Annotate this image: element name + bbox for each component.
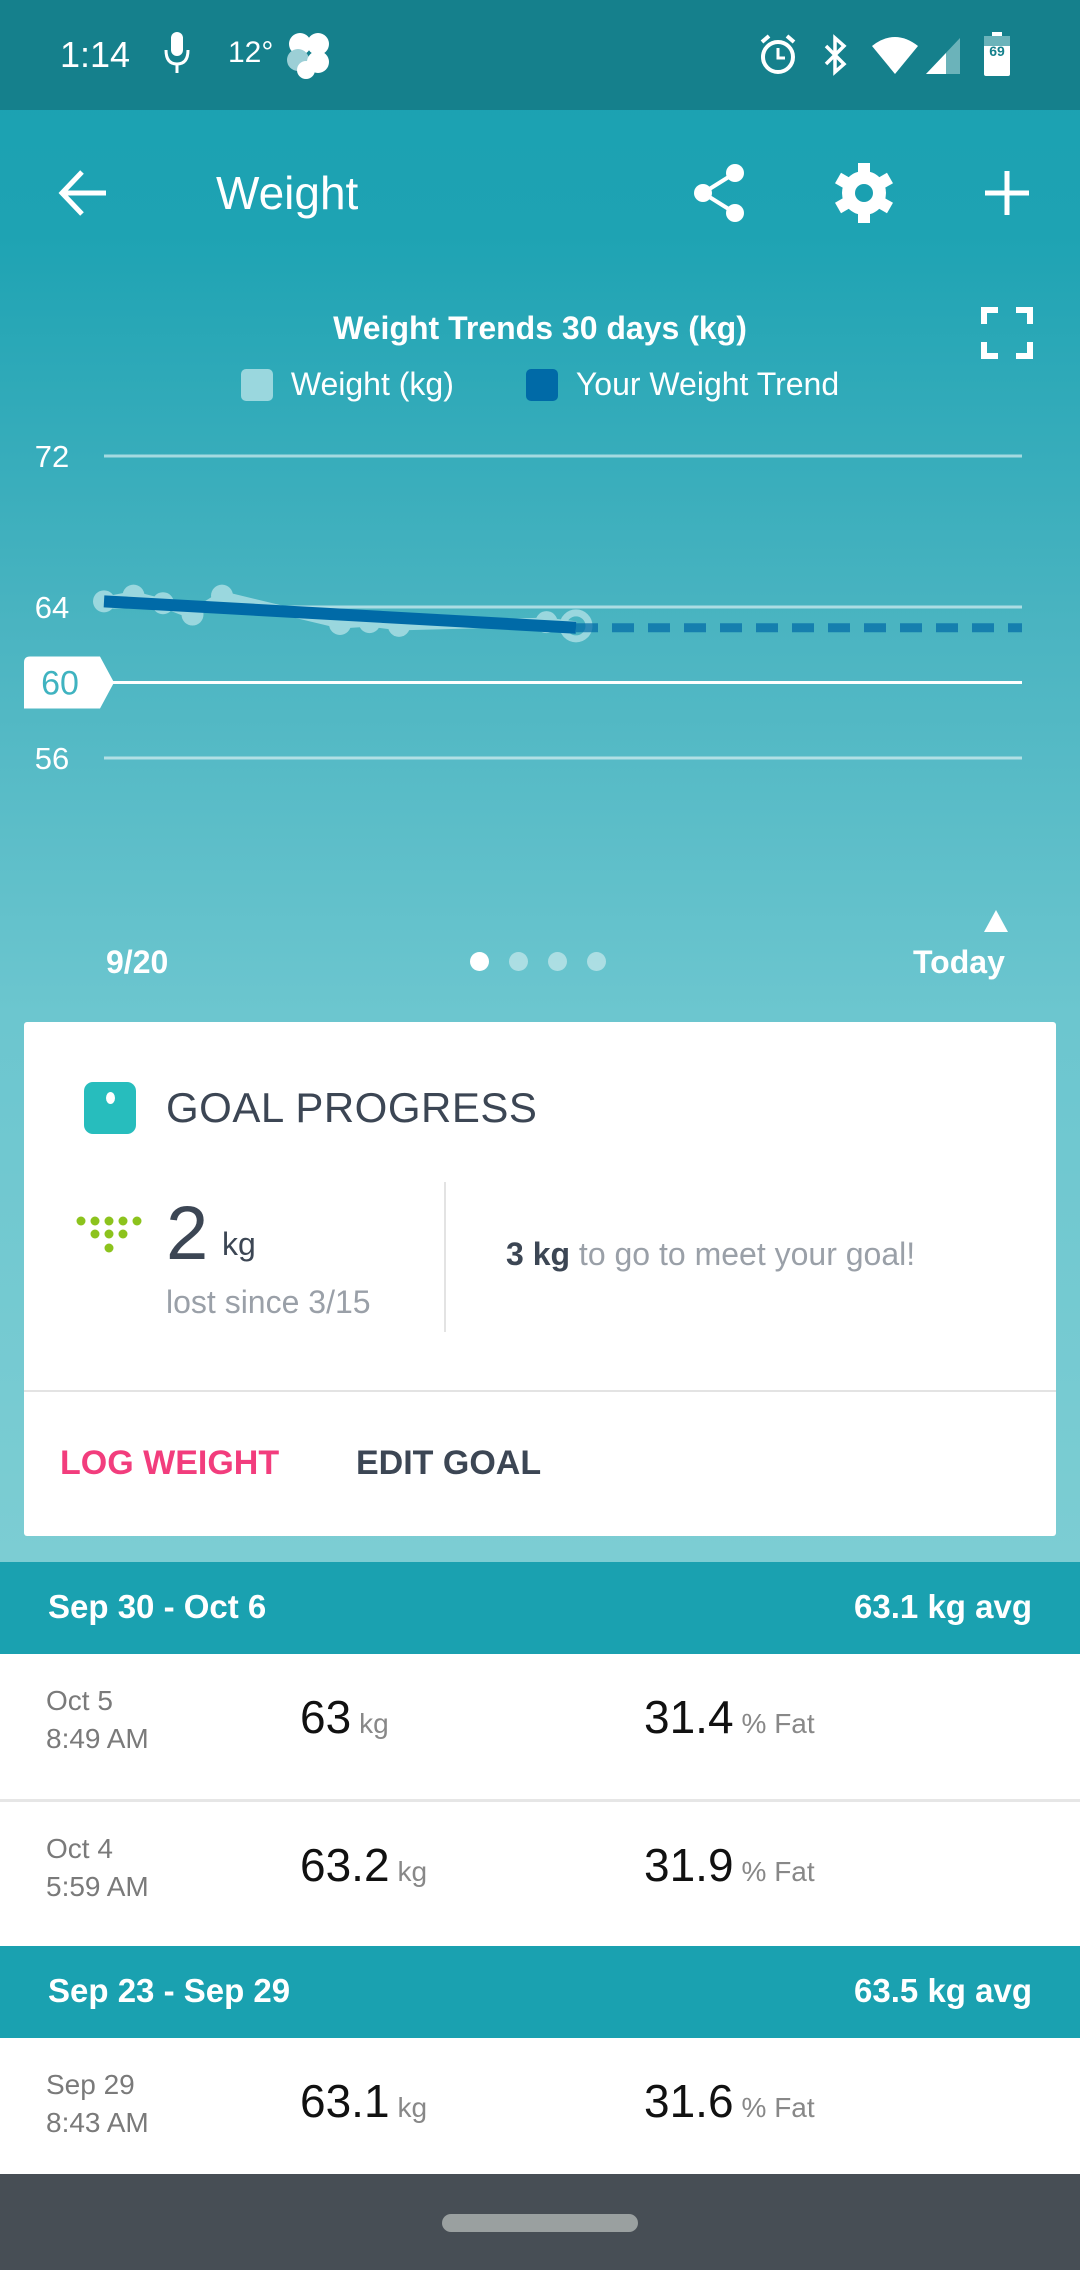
entry-date: Oct 5 [46, 1685, 113, 1716]
entry-datetime: Oct 5 8:49 AM [46, 1682, 149, 1758]
battery-level: 69 [989, 43, 1005, 59]
chart-title: Weight Trends 30 days (kg) [333, 310, 747, 346]
entry-time: 8:49 AM [46, 1723, 149, 1754]
y-tick-label: 56 [35, 741, 69, 776]
legend-swatch-trend [525, 368, 558, 401]
legend-label-trend: Your Weight Trend [575, 366, 840, 402]
entry-weight: 63 kg [300, 1690, 389, 1744]
chart-legend: Weight (kg) Your Weight Trend [0, 366, 1080, 403]
divider [24, 1390, 1056, 1392]
entry-datetime: Oct 4 5:59 AM [46, 1830, 149, 1906]
pager-dot[interactable] [509, 952, 528, 971]
pager-dot[interactable] [587, 952, 606, 971]
legend-item-trend: Your Weight Trend [525, 366, 840, 403]
divider [444, 1182, 446, 1332]
week-average: 63.5 kg avg [854, 1972, 1032, 2009]
table-row[interactable]: Oct 5 8:49 AM 63 kg 31.4% Fat [0, 1654, 1080, 1800]
pager-dot[interactable] [548, 952, 567, 971]
status-time: 1:14 [60, 34, 131, 75]
entry-weight-unit: kg [397, 1856, 428, 1887]
table-row[interactable]: Oct 4 5:59 AM 63.2 kg 31.9% Fat [0, 1802, 1080, 1948]
entry-fat: 31.6% Fat [644, 2074, 815, 2128]
entry-weight-value: 63.1 [300, 2075, 390, 2127]
entry-fat-unit: % Fat [741, 1708, 815, 1739]
chart-pager[interactable] [470, 952, 606, 971]
fan-icon [284, 30, 334, 85]
y-tick-label: 72 [35, 439, 69, 474]
entry-time: 8:43 AM [46, 2107, 149, 2138]
lost-value: 2 [166, 1191, 209, 1276]
goal-heading: GOAL PROGRESS [166, 1084, 538, 1131]
legend-label-weight: Weight (kg) [290, 366, 454, 402]
battery-icon: 69 [984, 32, 1010, 81]
scale-icon [84, 1082, 136, 1134]
entry-date: Oct 4 [46, 1833, 113, 1864]
entry-weight-value: 63.2 [300, 1839, 390, 1891]
wifi-icon [870, 36, 920, 79]
table-row[interactable]: Sep 29 8:43 AM 63.1 kg 31.6% Fat [0, 2038, 1080, 2184]
entry-fat-value: 31.9 [644, 1839, 734, 1891]
legend-swatch-weight [240, 368, 273, 401]
back-button[interactable] [48, 158, 118, 228]
goal-progress-card: GOAL PROGRESS 2 kg lost since 3/15 3 kg … [24, 1022, 1056, 1536]
today-marker-icon [984, 910, 1008, 932]
week-header: Sep 30 - Oct 6 63.1 kg avg [0, 1562, 1080, 1654]
page-title: Weight [216, 167, 359, 219]
entry-weight: 63.2 kg [300, 1838, 427, 1892]
entry-weight: 63.1 kg [300, 2074, 427, 2128]
system-navigation-bar [0, 2174, 1080, 2270]
plus-icon [985, 171, 1029, 215]
legend-item-weight: Weight (kg) [240, 366, 454, 403]
entry-time: 5:59 AM [46, 1871, 149, 1902]
lost-unit: kg [222, 1226, 256, 1262]
entry-datetime: Sep 29 8:43 AM [46, 2066, 149, 2142]
entry-fat-unit: % Fat [741, 1856, 815, 1887]
goal-badge-label: 60 [41, 665, 79, 703]
entry-weight-unit: kg [359, 1708, 389, 1739]
status-bar: 1:14 12° 69 [0, 0, 1080, 110]
share-icon [694, 164, 744, 222]
week-range: Sep 23 - Sep 29 [48, 1972, 291, 2009]
to-go-value: 3 kg [506, 1236, 571, 1272]
arrow-left-icon [58, 170, 106, 216]
lost-since: lost since 3/15 [166, 1284, 371, 1320]
to-go-text: 3 kg to go to meet your goal! [506, 1236, 915, 1273]
bluetooth-icon [820, 34, 852, 81]
edit-goal-button[interactable]: EDIT GOAL [356, 1444, 541, 1483]
app-bar: Weight [0, 110, 1080, 278]
weight-loss-dots-icon [76, 1216, 142, 1261]
alarm-icon [758, 34, 798, 81]
entry-weight-value: 63 [300, 1691, 352, 1743]
log-weight-button[interactable]: LOG WEIGHT [60, 1444, 279, 1483]
entry-fat: 31.9% Fat [644, 1838, 815, 1892]
cell-signal-icon [926, 38, 960, 79]
week-average: 63.1 kg avg [854, 1588, 1032, 1625]
gear-icon [835, 163, 893, 223]
entry-fat: 31.4% Fat [644, 1690, 815, 1744]
entry-fat-value: 31.4 [644, 1691, 734, 1743]
home-handle[interactable] [442, 2214, 638, 2232]
x-end-label: Today [913, 944, 1005, 980]
to-go-message: to go to meet your goal! [578, 1236, 916, 1272]
fullscreen-button[interactable] [980, 306, 1034, 360]
entry-weight-unit: kg [397, 2092, 428, 2123]
share-button[interactable] [684, 158, 754, 228]
fullscreen-icon [981, 307, 1033, 359]
y-tick-label: 64 [35, 590, 69, 625]
weight-trend-chart[interactable]: 72 64 56 60 [0, 420, 1080, 900]
settings-button[interactable] [829, 158, 899, 228]
mic-icon [162, 30, 192, 81]
entry-date: Sep 29 [46, 2069, 135, 2100]
status-temperature: 12° [228, 36, 274, 69]
entry-fat-unit: % Fat [741, 2092, 815, 2123]
entry-fat-value: 31.6 [644, 2075, 734, 2127]
x-start-label: 9/20 [106, 944, 169, 980]
add-button[interactable] [972, 158, 1042, 228]
pager-dot[interactable] [470, 952, 489, 971]
week-range: Sep 30 - Oct 6 [48, 1588, 267, 1625]
week-header: Sep 23 - Sep 29 63.5 kg avg [0, 1946, 1080, 2038]
